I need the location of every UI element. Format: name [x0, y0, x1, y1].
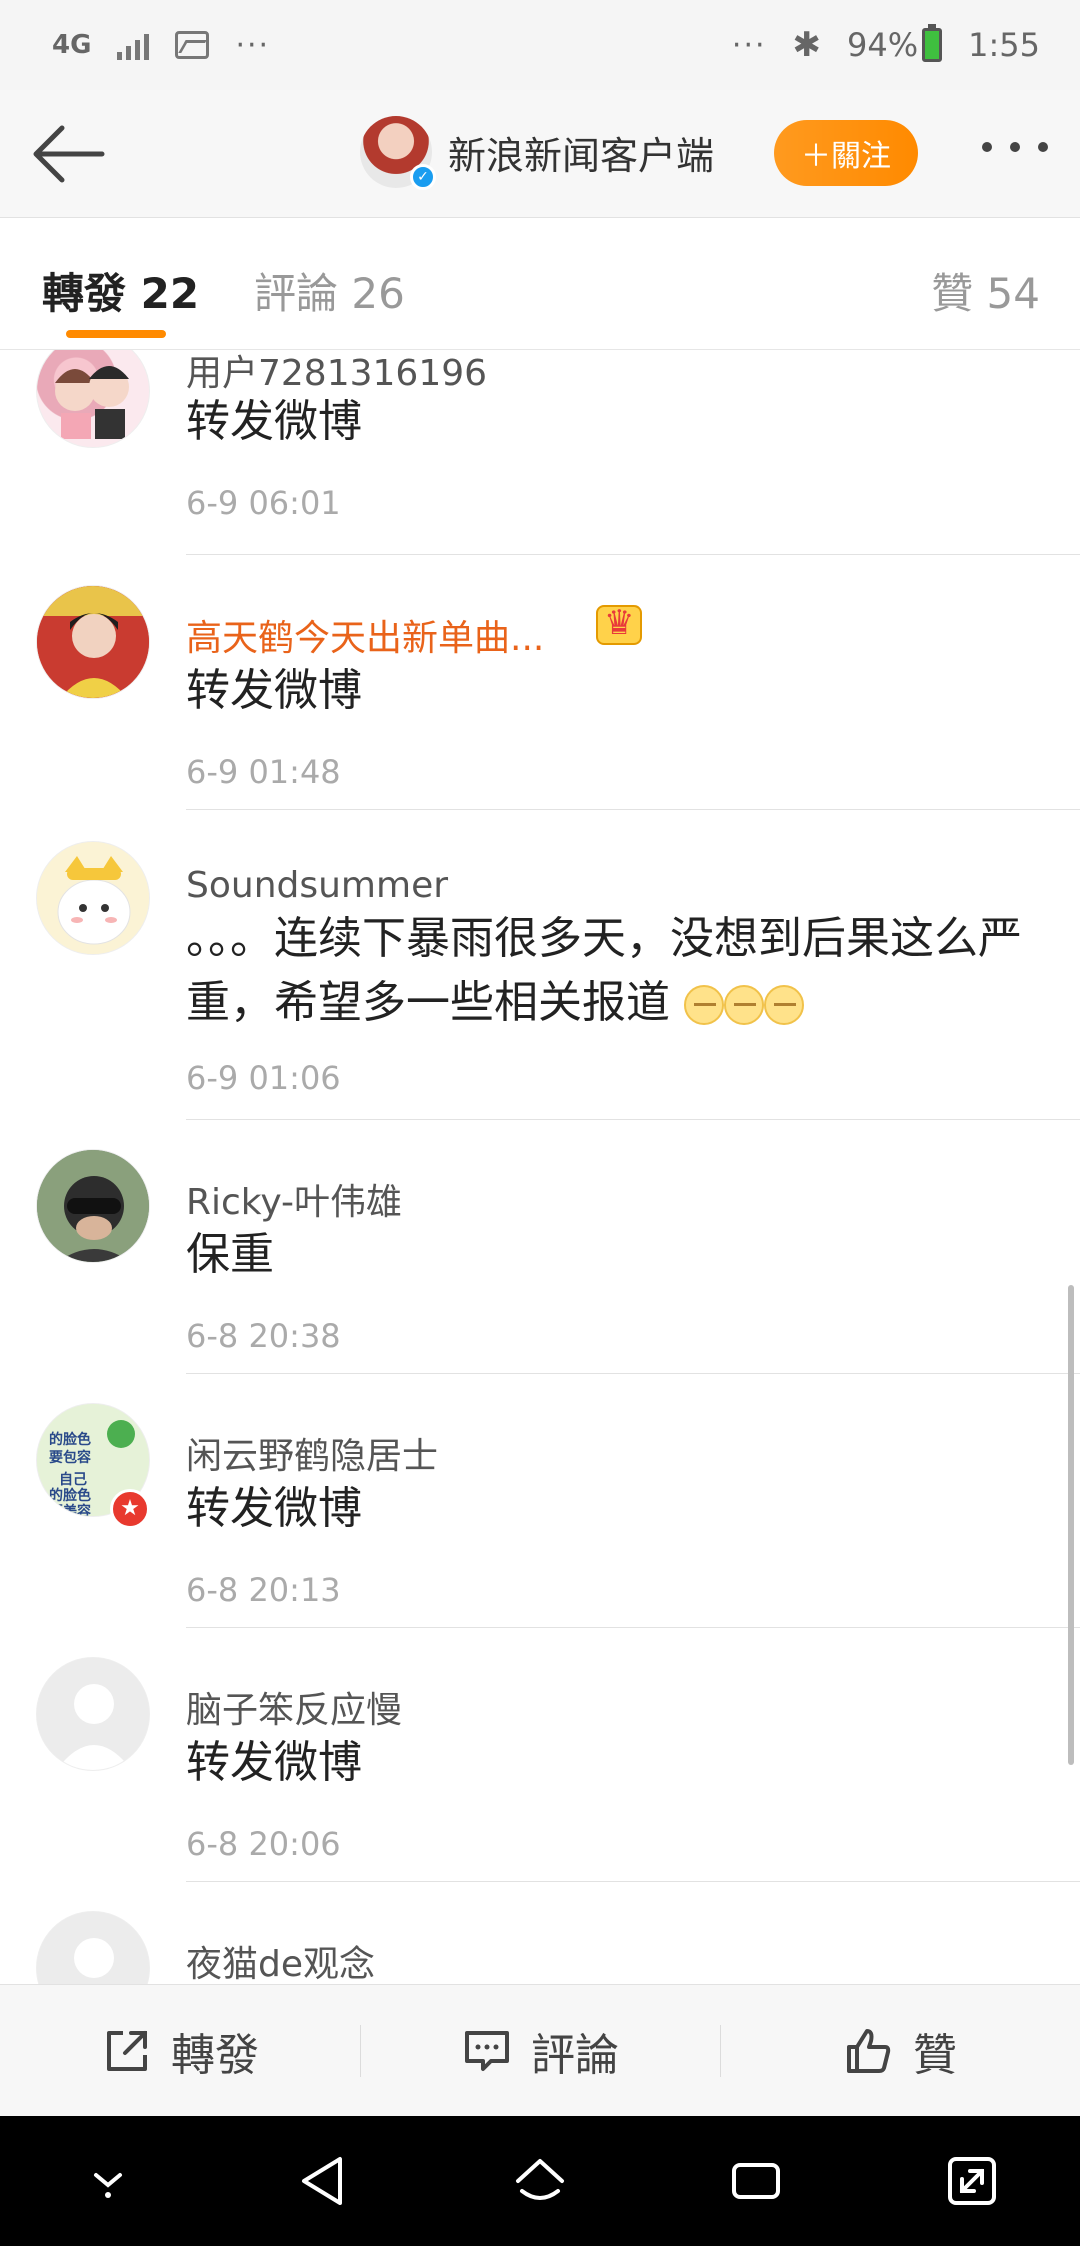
emoji-icon	[724, 985, 764, 1025]
battery-icon	[922, 24, 943, 62]
clock: 1:55	[968, 26, 1040, 64]
list-item[interactable]: 的脸色 要包容 自己 的脸色 要美容 ★ 闲云野鹤隐居士 转发微博 6-8 20…	[0, 1373, 1080, 1628]
share-icon	[107, 2030, 147, 2071]
back-nav-icon[interactable]	[294, 2151, 354, 2211]
recent-apps-icon[interactable]	[726, 2151, 786, 2211]
battery-indicator: 94%	[847, 24, 943, 64]
status-right: ··· ✱ 94% 1:55	[731, 24, 1040, 65]
tab-like[interactable]: 贊 54	[931, 260, 1040, 321]
username[interactable]: Ricky-叶伟雄	[186, 1173, 402, 1225]
vip-crown-icon	[596, 603, 642, 645]
top-nav: ✓ 新浪新闻客户端 ＋關注	[0, 90, 1080, 218]
username[interactable]: 闲云野鹤隐居士	[186, 1427, 438, 1479]
verified-icon: ✓	[410, 164, 436, 190]
emoji-icon	[684, 985, 724, 1025]
tab-repost[interactable]: 轉發 22	[42, 260, 199, 321]
portrait-icon	[37, 586, 149, 698]
dot-icon	[1010, 142, 1020, 152]
repost-text: 。。。连续下暴雨很多天，没想到后果这么严重，希望多一些相关报道	[186, 913, 1022, 1028]
status-bar: 4G ··· ··· ✱ 94% 1:55	[0, 0, 1080, 90]
list-item[interactable]: 夜猫de观念	[0, 1881, 1080, 1984]
repost-text: 转发微博	[186, 665, 362, 716]
emoji-icon	[764, 985, 804, 1025]
user-avatar[interactable]	[36, 350, 150, 448]
action-bar: 轉發 評論 贊	[0, 1984, 1080, 2116]
home-nav-icon[interactable]	[510, 2151, 570, 2211]
list-item[interactable]: 脑子笨反应慢 转发微博 6-8 20:06	[0, 1627, 1080, 1882]
like-button[interactable]: 贊	[720, 1985, 1080, 2116]
system-nav-bar	[0, 2116, 1080, 2246]
repost-text: 转发微博	[186, 1483, 362, 1534]
timestamp: 6-9 06:01	[186, 484, 341, 522]
svg-text:自己: 自己	[59, 1471, 87, 1488]
timestamp: 6-9 01:48	[186, 753, 341, 791]
status-dots-left: ···	[235, 27, 271, 63]
svg-text:的脸色: 的脸色	[49, 1431, 91, 1448]
account-avatar[interactable]: ✓	[360, 116, 436, 190]
user-avatar[interactable]	[36, 1149, 150, 1263]
hide-keyboard-icon[interactable]	[78, 2151, 138, 2211]
scrollbar[interactable]	[1068, 1285, 1074, 1765]
account-header[interactable]: ✓ 新浪新闻客户端	[360, 116, 714, 190]
follow-button[interactable]: ＋關注	[774, 120, 918, 186]
helmet-portrait-icon	[37, 1150, 149, 1262]
user-avatar[interactable]	[36, 1911, 150, 1984]
member-badge-icon: ★	[110, 1489, 150, 1529]
list-item[interactable]: Soundsummer 。。。连续下暴雨很多天，没想到后果这么严重，希望多一些相…	[0, 809, 1080, 1120]
repost-comment: 。。。连续下暴雨很多天，没想到后果这么严重，希望多一些相关报道	[186, 907, 1046, 1037]
status-dots-right: ···	[731, 27, 767, 63]
tab-comment[interactable]: 評論 26	[254, 260, 405, 321]
thumbs-up-icon	[847, 2028, 891, 2073]
battery-percent: 94%	[847, 26, 919, 64]
user-avatar[interactable]	[36, 1657, 150, 1771]
more-options-button[interactable]	[982, 142, 1048, 152]
back-arrow-icon	[33, 125, 105, 183]
account-name[interactable]: 新浪新闻客户端	[448, 125, 714, 180]
username[interactable]: 脑子笨反应慢	[186, 1681, 402, 1733]
user-avatar[interactable]	[36, 841, 150, 955]
svg-text:要包容: 要包容	[49, 1449, 91, 1466]
comment-label: 評論	[531, 2029, 619, 2081]
status-left: 4G ···	[52, 28, 270, 63]
repost-button[interactable]: 轉發	[0, 1985, 360, 2116]
list-item[interactable]: Ricky-叶伟雄 保重 6-8 20:38	[0, 1119, 1080, 1374]
list-item[interactable]: 用户7281316196 转发微博 6-9 06:01	[0, 350, 1080, 555]
timestamp: 6-8 20:13	[186, 1571, 341, 1609]
repost-text: 转发微博	[186, 396, 362, 447]
expand-icon[interactable]	[942, 2151, 1002, 2211]
signal-icon	[117, 30, 150, 60]
repost-label: 轉發	[171, 2029, 259, 2081]
timestamp: 6-8 20:38	[186, 1317, 341, 1355]
username-vip[interactable]: 高天鹤今天出新单曲...	[186, 609, 544, 661]
bluetooth-icon: ✱	[792, 25, 822, 65]
cartoon-character-icon	[37, 842, 149, 954]
couple-illustration-icon	[55, 366, 129, 439]
repost-text: 保重	[186, 1229, 274, 1280]
comment-icon	[465, 2030, 509, 2071]
user-avatar[interactable]	[36, 585, 150, 699]
username[interactable]: 夜猫de观念	[186, 1935, 375, 1984]
default-avatar-icon	[37, 1658, 149, 1770]
back-button[interactable]	[28, 122, 108, 186]
repost-text: 转发微博	[186, 1737, 362, 1788]
comment-button[interactable]: 評論	[360, 1985, 720, 2116]
default-avatar-icon	[37, 1912, 149, 1984]
list-item[interactable]: 高天鹤今天出新单曲... 转发微博 6-9 01:48	[0, 555, 1080, 810]
active-tab-indicator	[66, 330, 166, 338]
timestamp: 6-8 20:06	[186, 1825, 341, 1863]
dot-icon	[1038, 142, 1048, 152]
svg-text:要美容: 要美容	[49, 1503, 91, 1517]
dot-icon	[982, 142, 992, 152]
repost-list[interactable]: 用户7281316196 转发微博 6-9 06:01 高天鹤今天出新单曲...…	[0, 350, 1080, 1984]
timestamp: 6-9 01:06	[186, 1059, 341, 1097]
username[interactable]: Soundsummer	[186, 865, 448, 906]
network-type: 4G	[52, 30, 92, 60]
like-label: 贊	[913, 2029, 957, 2081]
tab-bar: 轉發 22 評論 26 贊 54	[0, 218, 1080, 350]
image-icon	[175, 31, 210, 59]
svg-text:的脸色: 的脸色	[49, 1487, 91, 1504]
